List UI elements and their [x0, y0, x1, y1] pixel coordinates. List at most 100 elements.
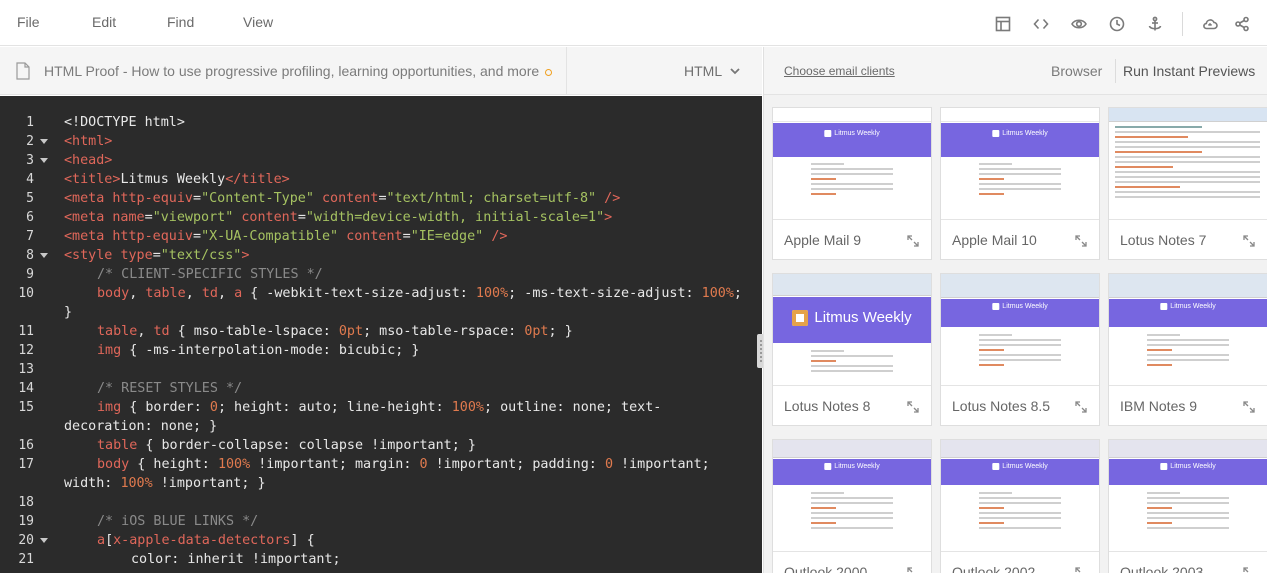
code-line: 16 table { border-collapse: collapse !imp…	[0, 436, 762, 455]
line-number: 5	[26, 191, 34, 206]
layout-icon[interactable]	[992, 13, 1014, 35]
line-number: 12	[18, 343, 34, 358]
preview-header-divider	[1115, 59, 1116, 83]
document-title[interactable]: HTML Proof - How to use progressive prof…	[44, 63, 553, 79]
fold-toggle-icon[interactable]	[40, 158, 48, 163]
code-line: 7 <meta http-equiv="X-UA-Compatible" cont…	[0, 227, 762, 246]
share-icon[interactable]	[1231, 13, 1253, 35]
line-number: 11	[18, 324, 34, 339]
code-line: 1 <!DOCTYPE html>	[0, 113, 762, 132]
client-name: Lotus Notes 7	[1120, 232, 1207, 248]
line-number: 18	[18, 495, 34, 510]
clock-icon[interactable]	[1106, 13, 1128, 35]
code-line: 10 body, table, td, a { -webkit-text-size…	[0, 284, 762, 322]
fold-toggle-icon[interactable]	[40, 538, 48, 543]
preview-panel: Choose email clients Browser Run Instant…	[763, 47, 1267, 573]
document-icon	[16, 62, 30, 80]
client-name: Apple Mail 9	[784, 232, 862, 248]
code-line: 3 <head>	[0, 151, 762, 170]
line-number: 1	[26, 115, 34, 130]
client-card-outlook-2002[interactable]: Litmus Weekly Outlook 2002	[940, 439, 1100, 573]
fold-toggle-icon[interactable]	[40, 253, 48, 258]
code-line: 6 <meta name="viewport" content="width=de…	[0, 208, 762, 227]
expand-icon[interactable]	[1243, 400, 1255, 413]
expand-icon[interactable]	[1243, 234, 1255, 247]
line-number: 21	[18, 552, 34, 567]
preview-thumbnail: Litmus Weekly	[941, 108, 1099, 220]
expand-icon[interactable]	[907, 566, 919, 573]
code-line: 9/* CLIENT-SPECIFIC STYLES */	[0, 265, 762, 284]
code-line: 14/* RESET STYLES */	[0, 379, 762, 398]
choose-email-clients-link[interactable]: Choose email clients	[784, 64, 895, 78]
client-card-lotus-notes-8[interactable]: Litmus Weekly Lotus Notes 8	[772, 273, 932, 426]
top-menu-bar: File Edit Find View	[0, 0, 1267, 46]
expand-icon[interactable]	[1075, 566, 1087, 573]
toolbar-divider	[1182, 12, 1183, 36]
code-editor[interactable]: 1 <!DOCTYPE html> 2 <html> 3 <head> 4 <title…	[0, 96, 762, 573]
client-card-outlook-2000[interactable]: Litmus Weekly Outlook 2000	[772, 439, 932, 573]
language-label: HTML	[684, 63, 723, 79]
code-line: 18	[0, 493, 762, 512]
line-number: 2	[26, 134, 34, 149]
client-name: Apple Mail 10	[952, 232, 1037, 248]
menu-edit[interactable]: Edit	[92, 14, 116, 30]
browser-button[interactable]: Browser	[1051, 63, 1102, 79]
preview-header: Choose email clients Browser Run Instant…	[764, 47, 1267, 95]
preview-thumbnail: Litmus Weekly	[773, 440, 931, 552]
client-name: IBM Notes 9	[1120, 398, 1198, 414]
run-instant-previews-button[interactable]: Run Instant Previews	[1123, 63, 1255, 79]
chevron-down-icon	[730, 68, 740, 75]
line-number: 4	[26, 172, 34, 187]
menu-view[interactable]: View	[243, 14, 273, 30]
expand-icon[interactable]	[907, 234, 919, 247]
line-number: 19	[18, 514, 34, 529]
code-line: 2 <html>	[0, 132, 762, 151]
line-number: 8	[26, 248, 34, 263]
client-card-lotus-notes-7[interactable]: Lotus Notes 7	[1108, 107, 1267, 260]
code-lines: 1 <!DOCTYPE html> 2 <html> 3 <head> 4 <title…	[0, 113, 762, 569]
fold-toggle-icon[interactable]	[40, 139, 48, 144]
code-line: 5 <meta http-equiv="Content-Type" content…	[0, 189, 762, 208]
line-number: 13	[18, 362, 34, 377]
cloud-icon[interactable]	[1199, 13, 1221, 35]
line-number: 15	[18, 400, 34, 415]
anchor-icon[interactable]	[1144, 13, 1166, 35]
header-divider	[566, 47, 567, 95]
client-card-lotus-notes-8-5[interactable]: Litmus Weekly Lotus Notes 8.5	[940, 273, 1100, 426]
code-line: 19/* iOS BLUE LINKS */	[0, 512, 762, 531]
line-number: 17	[18, 457, 34, 472]
language-select[interactable]: HTML	[684, 63, 740, 79]
code-line: 21 color: inherit !important;	[0, 550, 762, 569]
client-card-outlook-2003[interactable]: Litmus Weekly Outlook 2003	[1108, 439, 1267, 573]
expand-icon[interactable]	[1075, 400, 1087, 413]
preview-thumbnail: Litmus Weekly	[1109, 440, 1267, 552]
code-line: 11 table, td { mso-table-lspace: 0pt; mso…	[0, 322, 762, 341]
code-icon[interactable]	[1030, 13, 1052, 35]
client-name: Lotus Notes 8	[784, 398, 871, 414]
preview-thumbnail: Litmus Weekly	[1109, 274, 1267, 386]
preview-thumbnail	[1109, 108, 1267, 220]
client-name: Outlook 2002	[952, 564, 1036, 573]
code-line: 8 <style type="text/css">	[0, 246, 762, 265]
preview-thumbnail: Litmus Weekly	[773, 274, 931, 386]
line-number: 10	[18, 286, 34, 301]
client-name: Outlook 2003	[1120, 564, 1204, 573]
editor-header: HTML Proof - How to use progressive prof…	[0, 47, 762, 95]
menu-find[interactable]: Find	[167, 14, 194, 30]
code-line: 4 <title>Litmus Weekly</title>	[0, 170, 762, 189]
code-line: 12 img { -ms-interpolation-mode: bicubic;…	[0, 341, 762, 360]
client-card-apple-mail-9[interactable]: Litmus Weekly Apple Mail 9	[772, 107, 932, 260]
client-card-apple-mail-10[interactable]: Litmus Weekly Apple Mail 10	[940, 107, 1100, 260]
line-number: 7	[26, 229, 34, 244]
expand-icon[interactable]	[907, 400, 919, 413]
line-number: 9	[26, 267, 34, 282]
expand-icon[interactable]	[1075, 234, 1087, 247]
client-name: Lotus Notes 8.5	[952, 398, 1051, 414]
client-card-ibm-notes-9[interactable]: Litmus Weekly IBM Notes 9	[1108, 273, 1267, 426]
preview-thumbnail: Litmus Weekly	[941, 274, 1099, 386]
line-number: 6	[26, 210, 34, 225]
expand-icon[interactable]	[1243, 566, 1255, 573]
menu-file[interactable]: File	[17, 14, 40, 30]
code-line: 13	[0, 360, 762, 379]
eye-icon[interactable]	[1068, 13, 1090, 35]
